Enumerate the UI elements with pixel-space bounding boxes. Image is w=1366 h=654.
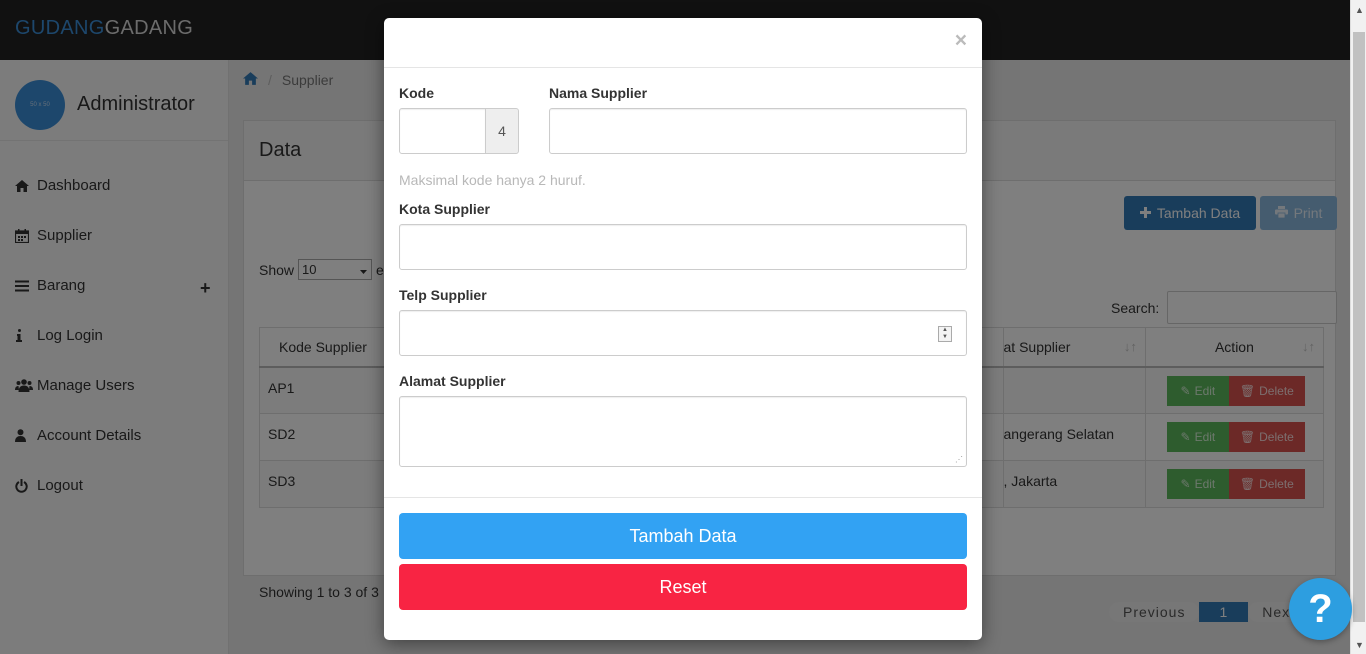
kota-supplier-input[interactable] (399, 224, 967, 270)
help-button[interactable]: ? (1289, 578, 1352, 640)
kota-supplier-label: Kota Supplier (399, 201, 491, 217)
modal-footer-divider (384, 497, 982, 498)
reset-button[interactable]: Reset (399, 564, 967, 610)
nama-supplier-input[interactable] (549, 108, 967, 154)
nama-supplier-label: Nama Supplier (549, 85, 648, 101)
resize-handle-icon[interactable]: ⋰ (955, 455, 963, 464)
kode-help-text: Maksimal kode hanya 2 huruf. (399, 172, 586, 188)
telp-supplier-input[interactable] (399, 310, 967, 356)
spin-up-icon[interactable]: ▲ (939, 327, 951, 334)
close-icon[interactable]: × (955, 30, 967, 51)
page-scrollbar[interactable]: ▲ ▼ (1350, 0, 1366, 654)
telp-supplier-label: Telp Supplier (399, 287, 487, 303)
alamat-supplier-label: Alamat Supplier (399, 373, 506, 389)
kode-length-addon: 4 (485, 108, 519, 154)
kode-input[interactable] (399, 108, 486, 154)
kode-label: Kode (399, 85, 434, 101)
modal-header: × (384, 18, 982, 68)
number-spinner[interactable]: ▲ ▼ (938, 326, 952, 342)
add-supplier-modal: × Kode 4 Nama Supplier Maksimal kode han… (384, 18, 982, 640)
alamat-supplier-textarea[interactable]: ⋰ (399, 396, 967, 467)
scroll-up-icon[interactable]: ▲ (1355, 5, 1364, 15)
scroll-down-icon[interactable]: ▼ (1355, 640, 1364, 650)
scrollbar-thumb[interactable] (1353, 32, 1365, 622)
spin-down-icon[interactable]: ▼ (939, 334, 951, 341)
submit-button[interactable]: Tambah Data (399, 513, 967, 559)
